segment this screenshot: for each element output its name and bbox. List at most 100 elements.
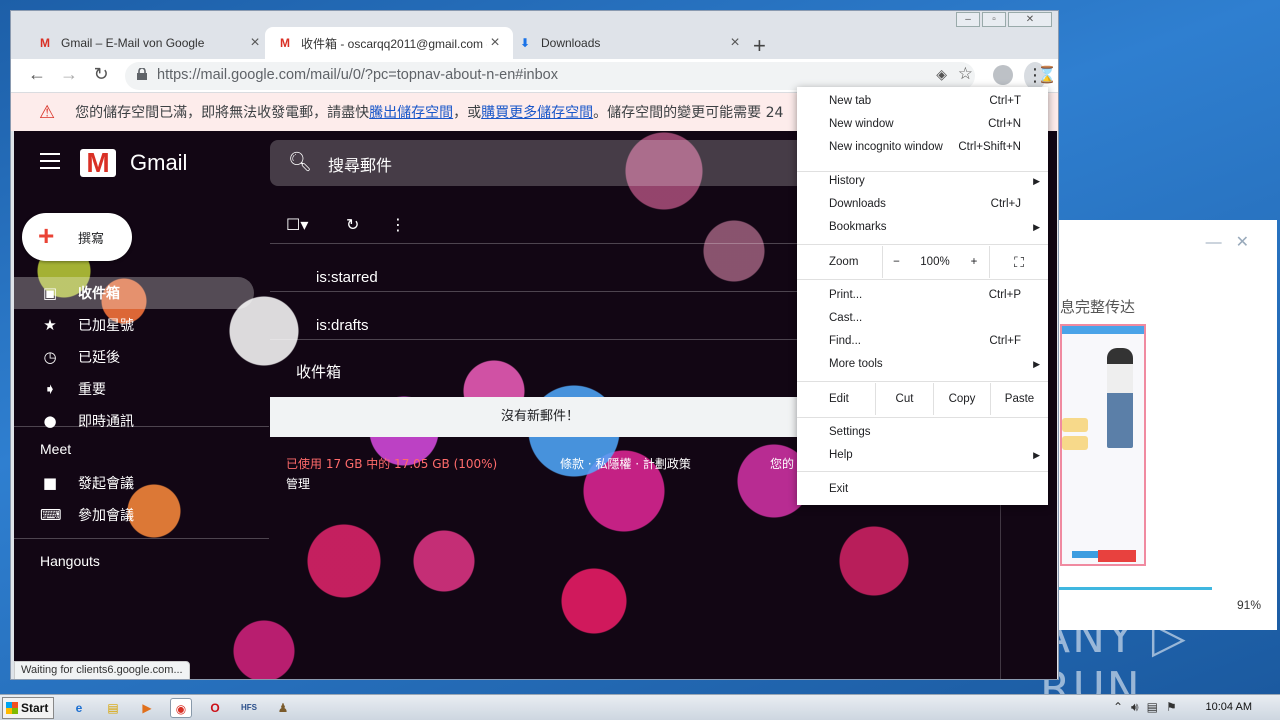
keyboard-icon: ⌨ xyxy=(40,506,62,524)
banner-text: 。儲存空間的變更可能需要 24 xyxy=(593,105,784,121)
free-storage-link[interactable]: 騰出儲存空間 xyxy=(369,102,453,122)
zoom-level: 100% xyxy=(920,256,950,268)
refresh-icon[interactable]: ↻ xyxy=(346,215,359,235)
forward-icon[interactable]: → xyxy=(57,64,81,85)
menu-item[interactable]: History ▶ xyxy=(797,170,1048,193)
close-icon[interactable]: × xyxy=(727,34,743,52)
plus-icon: + xyxy=(38,220,55,251)
app-icon[interactable]: ♟ xyxy=(272,698,294,718)
menu-item-label: Find... xyxy=(829,335,861,347)
submenu-arrow-icon: ▶ xyxy=(1033,450,1040,460)
menu-separator xyxy=(797,417,1048,418)
search-query-row[interactable]: is:starred xyxy=(316,269,378,286)
menu-separator xyxy=(797,381,1048,382)
address-bar[interactable]: https://mail.google.com/mail/u/0/?pc=top… xyxy=(125,62,975,90)
search-box[interactable]: 🔍︎ 搜尋郵件 xyxy=(270,140,830,186)
menu-item-exit[interactable]: Exit xyxy=(797,478,1048,501)
menu-item-label: New window xyxy=(829,118,894,130)
chrome-icon[interactable]: ◉ xyxy=(170,698,192,718)
record-button[interactable] xyxy=(1098,550,1136,562)
meet-item-label: 發起會議 xyxy=(78,476,134,492)
back-icon[interactable]: ← xyxy=(25,64,49,85)
menu-item[interactable]: Print... Ctrl+P xyxy=(797,284,1048,307)
more-options-icon[interactable]: ⋮ xyxy=(390,215,406,235)
fullscreen-icon[interactable]: ⛶ xyxy=(989,246,1048,278)
meet-item[interactable]: ⌨ 參加會議 xyxy=(14,499,254,531)
download-icon: ⬇ xyxy=(519,36,531,50)
edit-row: Edit Cut Copy Paste xyxy=(797,383,1048,415)
menu-item[interactable]: More tools ▶ xyxy=(797,353,1048,376)
media-player-icon[interactable]: ▶ xyxy=(136,698,158,718)
gmail-icon: M xyxy=(40,36,50,50)
bg-window-controls[interactable]: —✕ xyxy=(1206,232,1263,252)
menu-shortcut: Ctrl+F xyxy=(989,335,1021,347)
zoom-in-button[interactable]: + xyxy=(960,246,988,278)
tab-title: 收件箱 - oscarqq2011@gmail.com - G xyxy=(301,36,487,51)
menu-item[interactable]: Cast... xyxy=(797,307,1048,330)
menu-item[interactable]: New tab Ctrl+T xyxy=(797,90,1048,113)
close-icon[interactable]: × xyxy=(487,34,503,52)
tab-gmail[interactable]: M Gmail – E-Mail von Google × xyxy=(25,27,273,59)
ie-icon[interactable]: e xyxy=(68,698,90,718)
menu-item[interactable]: Bookmarks ▶ xyxy=(797,216,1048,239)
menu-item-label: Print... xyxy=(829,289,863,301)
menu-item[interactable]: New incognito window Ctrl+Shift+N xyxy=(797,136,1048,159)
banner-text: 您的儲存空間已滿，即將無法收發電郵，請盡快 xyxy=(75,105,370,121)
new-tab-button[interactable]: + xyxy=(753,33,766,59)
buy-storage-link[interactable]: 購買更多儲存空間 xyxy=(481,102,593,122)
opera-icon[interactable]: O xyxy=(204,698,226,718)
url-text[interactable]: https://mail.google.com/mail/u/0/?pc=top… xyxy=(157,67,558,83)
manage-link[interactable]: 管理 xyxy=(286,475,310,492)
nav-item[interactable]: ▣ 收件箱 xyxy=(14,277,254,309)
search-query-row[interactable]: is:drafts xyxy=(316,317,369,334)
paste-button[interactable]: Paste xyxy=(990,383,1048,415)
close-icon[interactable]: × xyxy=(247,34,263,52)
explorer-icon[interactable]: ▤ xyxy=(102,698,124,718)
cut-button[interactable]: Cut xyxy=(875,383,933,415)
video-icon: ■ xyxy=(42,474,58,492)
menu-item-label: Bookmarks xyxy=(829,221,887,233)
search-icon[interactable]: 🔍︎ xyxy=(288,150,312,174)
menu-item[interactable]: New window Ctrl+N xyxy=(797,113,1048,136)
tab-downloads[interactable]: ⬇ Downloads × xyxy=(505,27,753,59)
windows-logo-icon xyxy=(6,702,18,714)
compose-button[interactable]: + 撰寫 xyxy=(22,213,132,261)
hfs-icon[interactable]: HFS xyxy=(238,698,260,718)
menu-item-label: History xyxy=(829,175,865,187)
zoom-out-button[interactable]: − xyxy=(882,246,910,278)
tray-icons[interactable]: ⌃🔊︎▤⚑ xyxy=(1113,700,1185,715)
select-checkbox-icon[interactable]: ☐▾ xyxy=(286,215,308,235)
menu-item-label: New incognito window xyxy=(829,141,943,153)
gmail-logo[interactable]: M xyxy=(80,149,116,177)
policy-links[interactable]: 條款 · 私隱權 · 計劃政策 xyxy=(560,455,691,472)
tab-inbox[interactable]: M 收件箱 - oscarqq2011@gmail.com - G × xyxy=(265,27,513,59)
background-app-window[interactable]: —✕ 息完整传达 91% xyxy=(1055,220,1277,630)
nav-item[interactable]: ★ 已加星號 xyxy=(14,309,254,341)
nav-item[interactable]: ➧ 重要 xyxy=(14,373,254,405)
divider xyxy=(270,243,810,244)
nav-item[interactable]: ◷ 已延後 xyxy=(14,341,254,373)
menu-item[interactable]: Downloads Ctrl+J xyxy=(797,193,1048,216)
submenu-arrow-icon: ▶ xyxy=(1033,222,1040,232)
profile-avatar[interactable] xyxy=(993,65,1013,85)
menu-item[interactable]: Find... Ctrl+F xyxy=(797,330,1048,353)
start-button[interactable]: Start xyxy=(2,697,54,719)
bookmark-star-icon[interactable]: ☆ xyxy=(958,64,973,84)
clock[interactable]: 10:04 AM xyxy=(1206,701,1252,713)
menu-item[interactable]: Settings xyxy=(797,421,1048,444)
menu-item-label: More tools xyxy=(829,358,883,370)
extension-icon[interactable]: ◈ xyxy=(936,66,947,83)
meet-item[interactable]: ■ 發起會議 xyxy=(14,467,254,499)
main-menu-icon[interactable] xyxy=(40,153,60,174)
gmail-icon: M xyxy=(280,36,290,50)
nav-item[interactable]: ● 即時通訊 xyxy=(14,405,254,437)
menu-item[interactable]: Help ▶ xyxy=(797,444,1048,467)
important-icon: ➧ xyxy=(43,380,57,398)
section-label: 收件箱 xyxy=(296,363,342,381)
copy-button[interactable]: Copy xyxy=(933,383,990,415)
clock-icon: ◷ xyxy=(43,348,57,366)
search-input[interactable]: 搜尋郵件 xyxy=(328,152,392,176)
meet-item-label: 參加會議 xyxy=(78,508,134,524)
footer-text: 您的 xyxy=(770,457,795,471)
reload-icon[interactable]: ↻ xyxy=(89,64,113,85)
